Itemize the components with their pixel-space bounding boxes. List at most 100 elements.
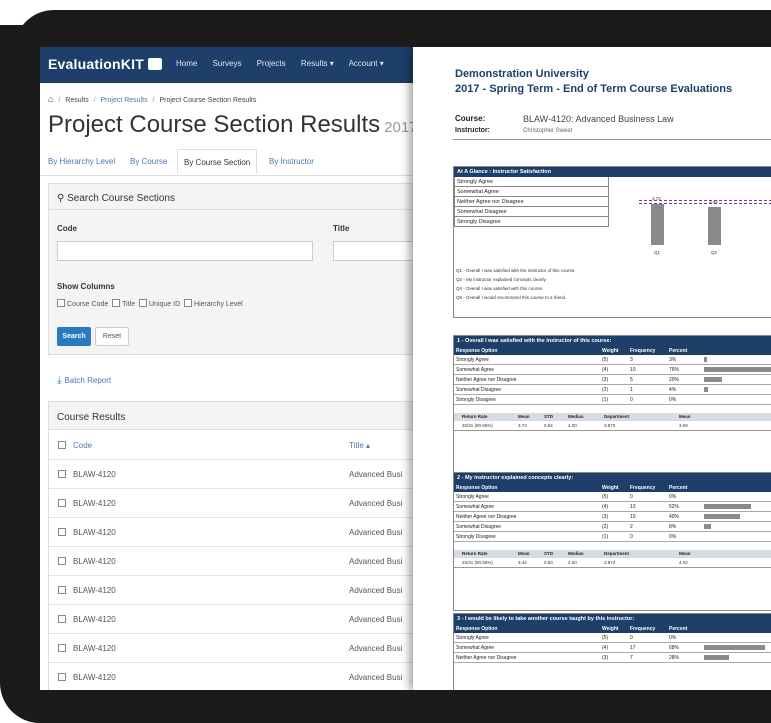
response-cell: 40% (669, 514, 680, 520)
response-cell: Somewhat Agree (456, 367, 495, 373)
row-checkbox[interactable] (58, 499, 66, 507)
response-row: Somewhat Disagree (2) 1 4% (454, 385, 771, 395)
instructor-label: Instructor: (455, 127, 490, 134)
tab-by-instructor[interactable]: By Instructor (269, 157, 314, 166)
response-cell: 8% (669, 524, 677, 530)
column-course-code-label: Course Code (67, 301, 109, 308)
row-checkbox[interactable] (58, 586, 66, 594)
title-column-header[interactable]: Title ▴ (349, 441, 370, 450)
glance-scale-row: Strongly Disagree (454, 217, 609, 227)
row-checkbox[interactable] (58, 615, 66, 623)
response-cell: Strongly Agree (456, 357, 489, 363)
table-row[interactable]: BLAW-4120 Advanced Busi (49, 517, 421, 547)
table-header-cell: Response Option (456, 485, 498, 491)
glance-bar-label: Q2 (711, 250, 718, 255)
response-cell: Strongly Agree (456, 635, 489, 641)
device-bezel-top (0, 0, 771, 50)
code-column-header[interactable]: Code (73, 441, 92, 450)
stats-value-cell: 3.973 (604, 560, 616, 565)
response-cell: Strongly Agree (456, 494, 489, 500)
app-logo[interactable]: EvaluationKIT (48, 56, 162, 72)
row-checkbox[interactable] (58, 644, 66, 652)
response-row: Neither Agree nor Disagree (3) 10 40% (454, 512, 771, 522)
nav-projects[interactable]: Projects (257, 59, 286, 68)
response-cell: (5) (602, 635, 609, 641)
glance-reference-line (639, 200, 771, 201)
tab-by-course-section[interactable]: By Course Section (177, 149, 258, 174)
nav-home[interactable]: Home (176, 59, 197, 68)
row-checkbox[interactable] (58, 470, 66, 478)
response-cell: Neither Agree nor Disagree (456, 377, 517, 383)
response-cell: (3) (602, 514, 609, 520)
response-cell: (4) (602, 645, 609, 651)
batch-report-link[interactable]: ⤓ Batch Report (57, 375, 111, 386)
stats-value-cell: 4.02 (679, 560, 688, 565)
response-cell: 68% (669, 645, 680, 651)
breadcrumb-results[interactable]: Results (65, 97, 88, 104)
response-row: Neither Agree nor Disagree (3) 5 20% (454, 375, 771, 385)
select-all-checkbox[interactable] (58, 441, 66, 449)
table-row[interactable]: BLAW-4120 Advanced Busi (49, 459, 421, 489)
checkbox-title[interactable] (112, 299, 121, 307)
stats-value-cell: 4.00 (568, 423, 577, 428)
glance-section: At A Glance : Instructor Satisfaction St… (453, 166, 771, 318)
response-cell: Somewhat Agree (456, 645, 495, 651)
code-input[interactable] (57, 241, 313, 261)
table-row[interactable]: BLAW-4120 Advanced Busi (49, 546, 421, 576)
home-icon[interactable]: ⌂ (48, 94, 53, 104)
nav-surveys[interactable]: Surveys (213, 59, 242, 68)
column-hierarchy-level-label: Hierarchy Level (194, 301, 243, 308)
table-row[interactable]: BLAW-4120 Advanced Busi (49, 604, 421, 634)
response-cell: 0 (630, 397, 633, 403)
title-input[interactable] (333, 241, 421, 261)
response-cell: Strongly Disagree (456, 397, 496, 403)
instructor-value: Christopher Sweet (523, 128, 573, 134)
search-button[interactable]: Search (57, 327, 91, 346)
checkbox-unique-id[interactable] (139, 299, 147, 307)
breadcrumb: ⌂ / Results / Project Results / Project … (48, 94, 257, 104)
reset-button[interactable]: Reset (95, 327, 129, 346)
stats-values: 25/31 (80.65%) 3.44 0.63 4.00 3.973 4.02 (454, 558, 771, 568)
table-header-cell: Percent (669, 485, 688, 491)
column-unique-id-label: Unique ID (149, 301, 181, 308)
checkbox-course-code[interactable] (57, 299, 65, 307)
response-row: Strongly Agree (5) 0 0% (454, 492, 771, 502)
response-cell: Neither Agree nor Disagree (456, 655, 517, 661)
show-columns-options: Course Code Title Unique ID Hierarchy Le… (57, 299, 243, 308)
table-row[interactable]: BLAW-4120 Advanced Busi (49, 488, 421, 518)
course-label: Course: (455, 114, 486, 123)
course-results-panel: Course Results Code Title ▴ BLAW-4120 Advan… (48, 401, 422, 690)
response-cell: 0% (669, 397, 677, 403)
response-row: Somewhat Disagree (2) 2 8% (454, 522, 771, 532)
response-table: Response Option Weight Frequency Percent Str… (454, 346, 771, 431)
stats-value-cell: 0.54 (544, 423, 553, 428)
tab-by-hierarchy-level[interactable]: By Hierarchy Level (48, 157, 115, 166)
row-checkbox[interactable] (58, 673, 66, 681)
table-row[interactable]: BLAW-4120 Advanced Busi (49, 575, 421, 605)
course-title: Advanced Busi (349, 644, 403, 653)
response-cell: 2 (630, 524, 633, 530)
course-title: Advanced Busi (349, 499, 403, 508)
row-checkbox[interactable] (58, 557, 66, 565)
table-row[interactable]: BLAW-4120 Advanced Busi (49, 633, 421, 663)
response-cell: 52% (669, 504, 680, 510)
tab-by-course[interactable]: By Course (130, 157, 167, 166)
response-cell: Somewhat Disagree (456, 387, 502, 393)
nav-results[interactable]: Results ▾ (301, 59, 334, 68)
glance-scale-row: Somewhat Agree (454, 187, 609, 197)
course-code: BLAW-4120 (73, 644, 116, 653)
stats-header-cell: Mean (679, 414, 691, 419)
stats-header-cell: Mean (679, 551, 691, 556)
row-checkbox[interactable] (58, 528, 66, 536)
course-code: BLAW-4120 (73, 673, 116, 682)
course-title: Advanced Busi (349, 673, 403, 682)
nav-account[interactable]: Account ▾ (349, 59, 384, 68)
q1-section: 1 - Overall I was satisfied with the ins… (453, 335, 771, 487)
response-cell: (2) (602, 387, 609, 393)
checkbox-hierarchy-level[interactable] (184, 299, 193, 307)
response-cell: 13 (630, 504, 636, 510)
table-row[interactable]: BLAW-4120 Advanced Busi (49, 662, 421, 690)
response-bar (704, 645, 765, 650)
breadcrumb-project-results[interactable]: Project Results (101, 97, 148, 104)
results-header-row: Code Title ▴ (49, 430, 421, 460)
